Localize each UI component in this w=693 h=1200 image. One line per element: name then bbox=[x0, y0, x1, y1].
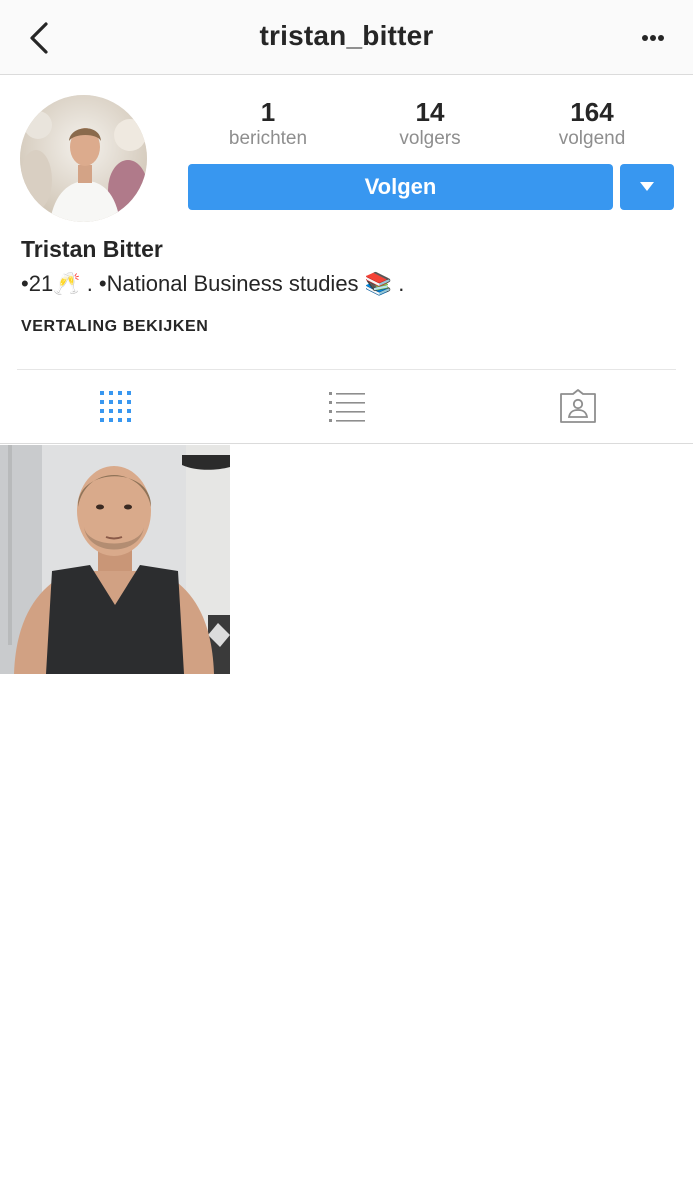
followers-count[interactable]: 14 volgers bbox=[350, 96, 510, 150]
post-photo bbox=[0, 445, 230, 674]
divider bbox=[17, 369, 676, 370]
suggestions-dropdown-button[interactable] bbox=[620, 164, 674, 210]
posts-label: berichten bbox=[228, 128, 308, 149]
more-options-button[interactable] bbox=[633, 24, 673, 52]
bio-text-3: . bbox=[392, 271, 405, 296]
followers-label: volgers bbox=[399, 128, 461, 149]
page-title: tristan_bitter bbox=[259, 20, 434, 51]
following-value: 164 bbox=[570, 97, 614, 127]
posts-count[interactable]: 1 berichten bbox=[188, 96, 348, 150]
more-horizontal-icon bbox=[642, 35, 664, 41]
post-thumbnail[interactable] bbox=[0, 445, 230, 674]
following-count[interactable]: 164 volgend bbox=[512, 96, 672, 150]
caret-down-icon bbox=[640, 182, 654, 191]
posts-value: 1 bbox=[260, 97, 276, 127]
followers-value: 14 bbox=[415, 97, 445, 127]
profile-bio: •21🥂 . •National Business studies 📚 . bbox=[21, 271, 404, 297]
bio-text-2: . •National Business studies bbox=[80, 271, 365, 296]
grid-icon bbox=[100, 391, 131, 422]
following-label: volgend bbox=[558, 128, 626, 149]
books-emoji: 📚 bbox=[364, 272, 393, 297]
divider bbox=[0, 443, 693, 444]
follow-button[interactable]: Volgen bbox=[188, 164, 613, 210]
profile-page: tristan_bitter 1 berichten 14 volgers 16… bbox=[0, 0, 693, 1200]
profile-name: Tristan Bitter bbox=[21, 236, 163, 262]
tab-tagged[interactable] bbox=[538, 380, 618, 432]
tab-grid[interactable] bbox=[75, 380, 155, 432]
bio-text-1: •21 bbox=[21, 271, 54, 296]
avatar-photo bbox=[20, 95, 147, 222]
champagne-emoji: 🥂 bbox=[53, 272, 81, 297]
list-icon bbox=[329, 392, 365, 422]
tagged-person-icon bbox=[560, 389, 596, 423]
tab-list[interactable] bbox=[307, 380, 387, 432]
top-bar: tristan_bitter bbox=[0, 0, 693, 75]
avatar[interactable] bbox=[20, 95, 147, 222]
see-translation-link[interactable]: VERTALING BEKIJKEN bbox=[21, 318, 208, 336]
